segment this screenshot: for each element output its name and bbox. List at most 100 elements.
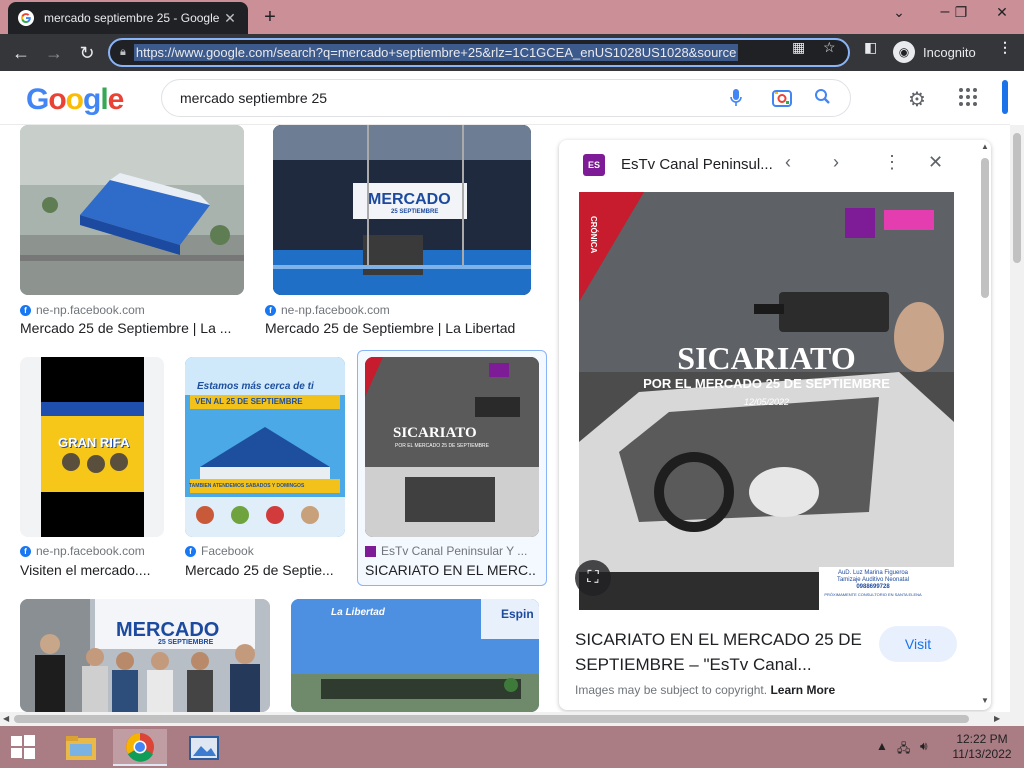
search-query: mercado septiembre 25 [180, 90, 328, 106]
facebook-icon: f [20, 304, 31, 316]
result-thumbnail-selected[interactable]: SICARIATO POR EL MERCADO 25 DE SEPTIEMBR… [365, 357, 539, 537]
clock-time: 12:22 PM [956, 732, 1008, 746]
search-icon[interactable] [814, 88, 832, 111]
close-panel-icon[interactable]: ✕ [928, 152, 943, 173]
windows-start-icon[interactable] [10, 734, 36, 760]
result-thumbnail[interactable]: La Libertad Espin [291, 599, 539, 712]
file-explorer-icon[interactable] [54, 729, 108, 766]
result-source[interactable]: f Facebook [185, 544, 254, 558]
estv-icon [365, 545, 376, 557]
sicariato-headline: SICARIATO [677, 340, 856, 376]
copyright-text: Images may be subject to copyright. [575, 683, 768, 697]
estamos-text: Estamos más cerca de ti [197, 381, 314, 392]
next-chevron-icon[interactable]: › [833, 152, 839, 173]
chrome-taskbar-icon[interactable] [113, 729, 167, 766]
learn-more-link[interactable]: Learn More [770, 683, 835, 697]
previous-chevron-icon[interactable]: ‹ [785, 152, 791, 173]
bookmark-star-icon[interactable]: ☆ [823, 39, 836, 56]
result-source[interactable]: f ne-np.facebook.com [20, 544, 145, 558]
system-clock[interactable]: 12:22 PM 11/13/2022 [950, 732, 1014, 762]
voice-search-icon[interactable] [729, 88, 743, 113]
browser-tab[interactable]: mercado septiembre 25 - Google ✕ [8, 2, 248, 34]
mercado-sign-subtext: 25 SEPTIEMBRE [158, 639, 214, 646]
window-close-icon[interactable]: ✕ [984, 0, 1020, 24]
result-thumbnail[interactable]: MERCADO 25 SEPTIEMBRE [20, 599, 270, 712]
apps-grid-icon[interactable] [958, 87, 978, 113]
doctor-ad: AuD. Luz Marina Figueroa Tamizaje Auditi… [823, 570, 923, 598]
show-hidden-icons-chevron-icon[interactable]: ▲ [876, 739, 888, 753]
tab-close-icon[interactable]: ✕ [222, 10, 238, 27]
page-horizontal-scrollbar[interactable]: ◀ ▶ [0, 712, 1024, 726]
google-logo[interactable]: Google [26, 83, 124, 117]
result-title[interactable]: SICARIATO EN EL MERC... [365, 562, 535, 578]
incognito-label: Incognito [923, 44, 976, 60]
result-source[interactable]: EsTv Canal Peninsular Y ... [365, 544, 527, 558]
panel-result-title[interactable]: SICARIATO EN EL MERCADO 25 DE SEPTIEMBRE… [575, 627, 865, 677]
facebook-icon: f [185, 545, 196, 557]
settings-gear-icon[interactable]: ⚙ [908, 87, 926, 112]
scroll-left-arrow-icon[interactable]: ◀ [3, 714, 9, 723]
lock-icon: 🔒︎ [120, 46, 126, 58]
atendemos-text: TAMBIÉN ATENDEMOS SÁBADOS Y DOMINGOS [189, 483, 305, 489]
search-input[interactable]: mercado septiembre 25 [161, 79, 851, 117]
panel-source-name[interactable]: EsTv Canal Peninsul... [621, 156, 773, 173]
page-scroll-thumb[interactable] [1013, 133, 1021, 263]
facebook-icon: f [20, 545, 31, 557]
scroll-up-arrow-icon[interactable]: ▲ [981, 142, 989, 151]
result-source[interactable]: f ne-np.facebook.com [20, 303, 145, 317]
result-thumbnail[interactable]: Estamos más cerca de ti VEN AL 25 DE SEP… [185, 357, 345, 537]
image-viewer-icon[interactable] [177, 729, 231, 766]
volume-icon[interactable]: 🔊︎ [920, 739, 928, 754]
side-panel-icon[interactable]: ◧ [864, 39, 877, 56]
preview-image[interactable]: CRÓNICA SICARIATO POR EL MERCADO 25 DE S… [579, 192, 954, 610]
por-el-thumb-text: POR EL MERCADO 25 DE SEPTIEMBRE [395, 443, 490, 449]
mercado-sign-text: MERCADO [368, 191, 451, 208]
doctor-phone: 0988699728 [856, 584, 890, 590]
result-title[interactable]: Visiten el mercado.... [20, 562, 160, 578]
result-title[interactable]: Mercado 25 de Septiembre | La ... [20, 320, 240, 336]
scroll-down-arrow-icon[interactable]: ▼ [981, 696, 989, 705]
result-title[interactable]: Mercado 25 de Septie... [185, 562, 340, 578]
forward-arrow-icon[interactable]: → [41, 40, 67, 66]
incognito-indicator[interactable]: ◉ Incognito [893, 40, 976, 64]
back-arrow-icon[interactable]: ← [8, 40, 34, 66]
horizontal-scroll-thumb[interactable] [14, 715, 969, 723]
espin-text: Espin [501, 607, 534, 621]
reload-icon[interactable]: ↻ [74, 40, 100, 66]
incognito-icon: ◉ [893, 41, 915, 63]
result-thumbnail[interactable]: MERCADO 25 SEPTIEMBRE [273, 125, 531, 295]
copyright-notice: Images may be subject to copyright. Lear… [575, 683, 835, 697]
lens-camera-icon[interactable] [771, 88, 793, 113]
ven-al-text: VEN AL 25 DE SEPTIEMBRE [195, 397, 303, 406]
mercado-sign-subtext: 25 SEPTIEMBRE [391, 209, 439, 215]
result-title[interactable]: Mercado 25 de Septiembre | La Libertad [265, 320, 535, 336]
windows-taskbar: ▲ 🖧︎ 🔊︎ 12:22 PM 11/13/2022 [0, 726, 1024, 768]
qr-code-icon[interactable]: ▦ [792, 39, 805, 56]
sicariato-thumb-text: SICARIATO [393, 425, 477, 441]
result-source[interactable]: f ne-np.facebook.com [265, 303, 390, 317]
new-tab-button[interactable]: + [258, 6, 282, 30]
scroll-right-arrow-icon[interactable]: ▶ [994, 714, 1000, 723]
tab-title: mercado septiembre 25 - Google [44, 11, 220, 25]
url-text[interactable]: https://www.google.com/search?q=mercado+… [133, 44, 739, 61]
page-vertical-scrollbar[interactable] [1010, 125, 1024, 712]
result-thumbnail[interactable] [20, 125, 244, 295]
tab-strip: mercado septiembre 25 - Google ✕ + ⌄ – ❐… [0, 0, 1024, 34]
panel-scrollbar[interactable]: ▲ ▼ [978, 140, 992, 710]
address-bar[interactable]: 🔒︎ https://www.google.com/search?q=merca… [108, 38, 850, 67]
panel-scroll-thumb[interactable] [981, 158, 989, 298]
more-options-icon[interactable]: ⋮ [883, 152, 901, 173]
lens-search-icon[interactable]: ⛶ [575, 560, 611, 596]
restore-icon[interactable]: ❐ [946, 0, 976, 24]
browser-toolbar: ← → ↻ 🔒︎ https://www.google.com/search?q… [0, 34, 1024, 71]
tab-search-chevron-icon[interactable]: ⌄ [884, 0, 914, 24]
visit-button[interactable]: Visit [879, 626, 957, 662]
subheadline: POR EL MERCADO 25 DE SEPTIEMBRE [643, 376, 890, 391]
result-thumbnail[interactable]: GRAN RIFA [20, 357, 164, 537]
network-icon[interactable]: 🖧︎ [897, 739, 910, 760]
browser-menu-icon[interactable]: ⋮ [998, 39, 1012, 56]
date-text: 12/05/2022 [743, 397, 790, 407]
estv-logo-icon: ES [583, 154, 605, 176]
facebook-icon: f [265, 304, 276, 316]
sign-in-button-edge[interactable] [1002, 80, 1008, 114]
